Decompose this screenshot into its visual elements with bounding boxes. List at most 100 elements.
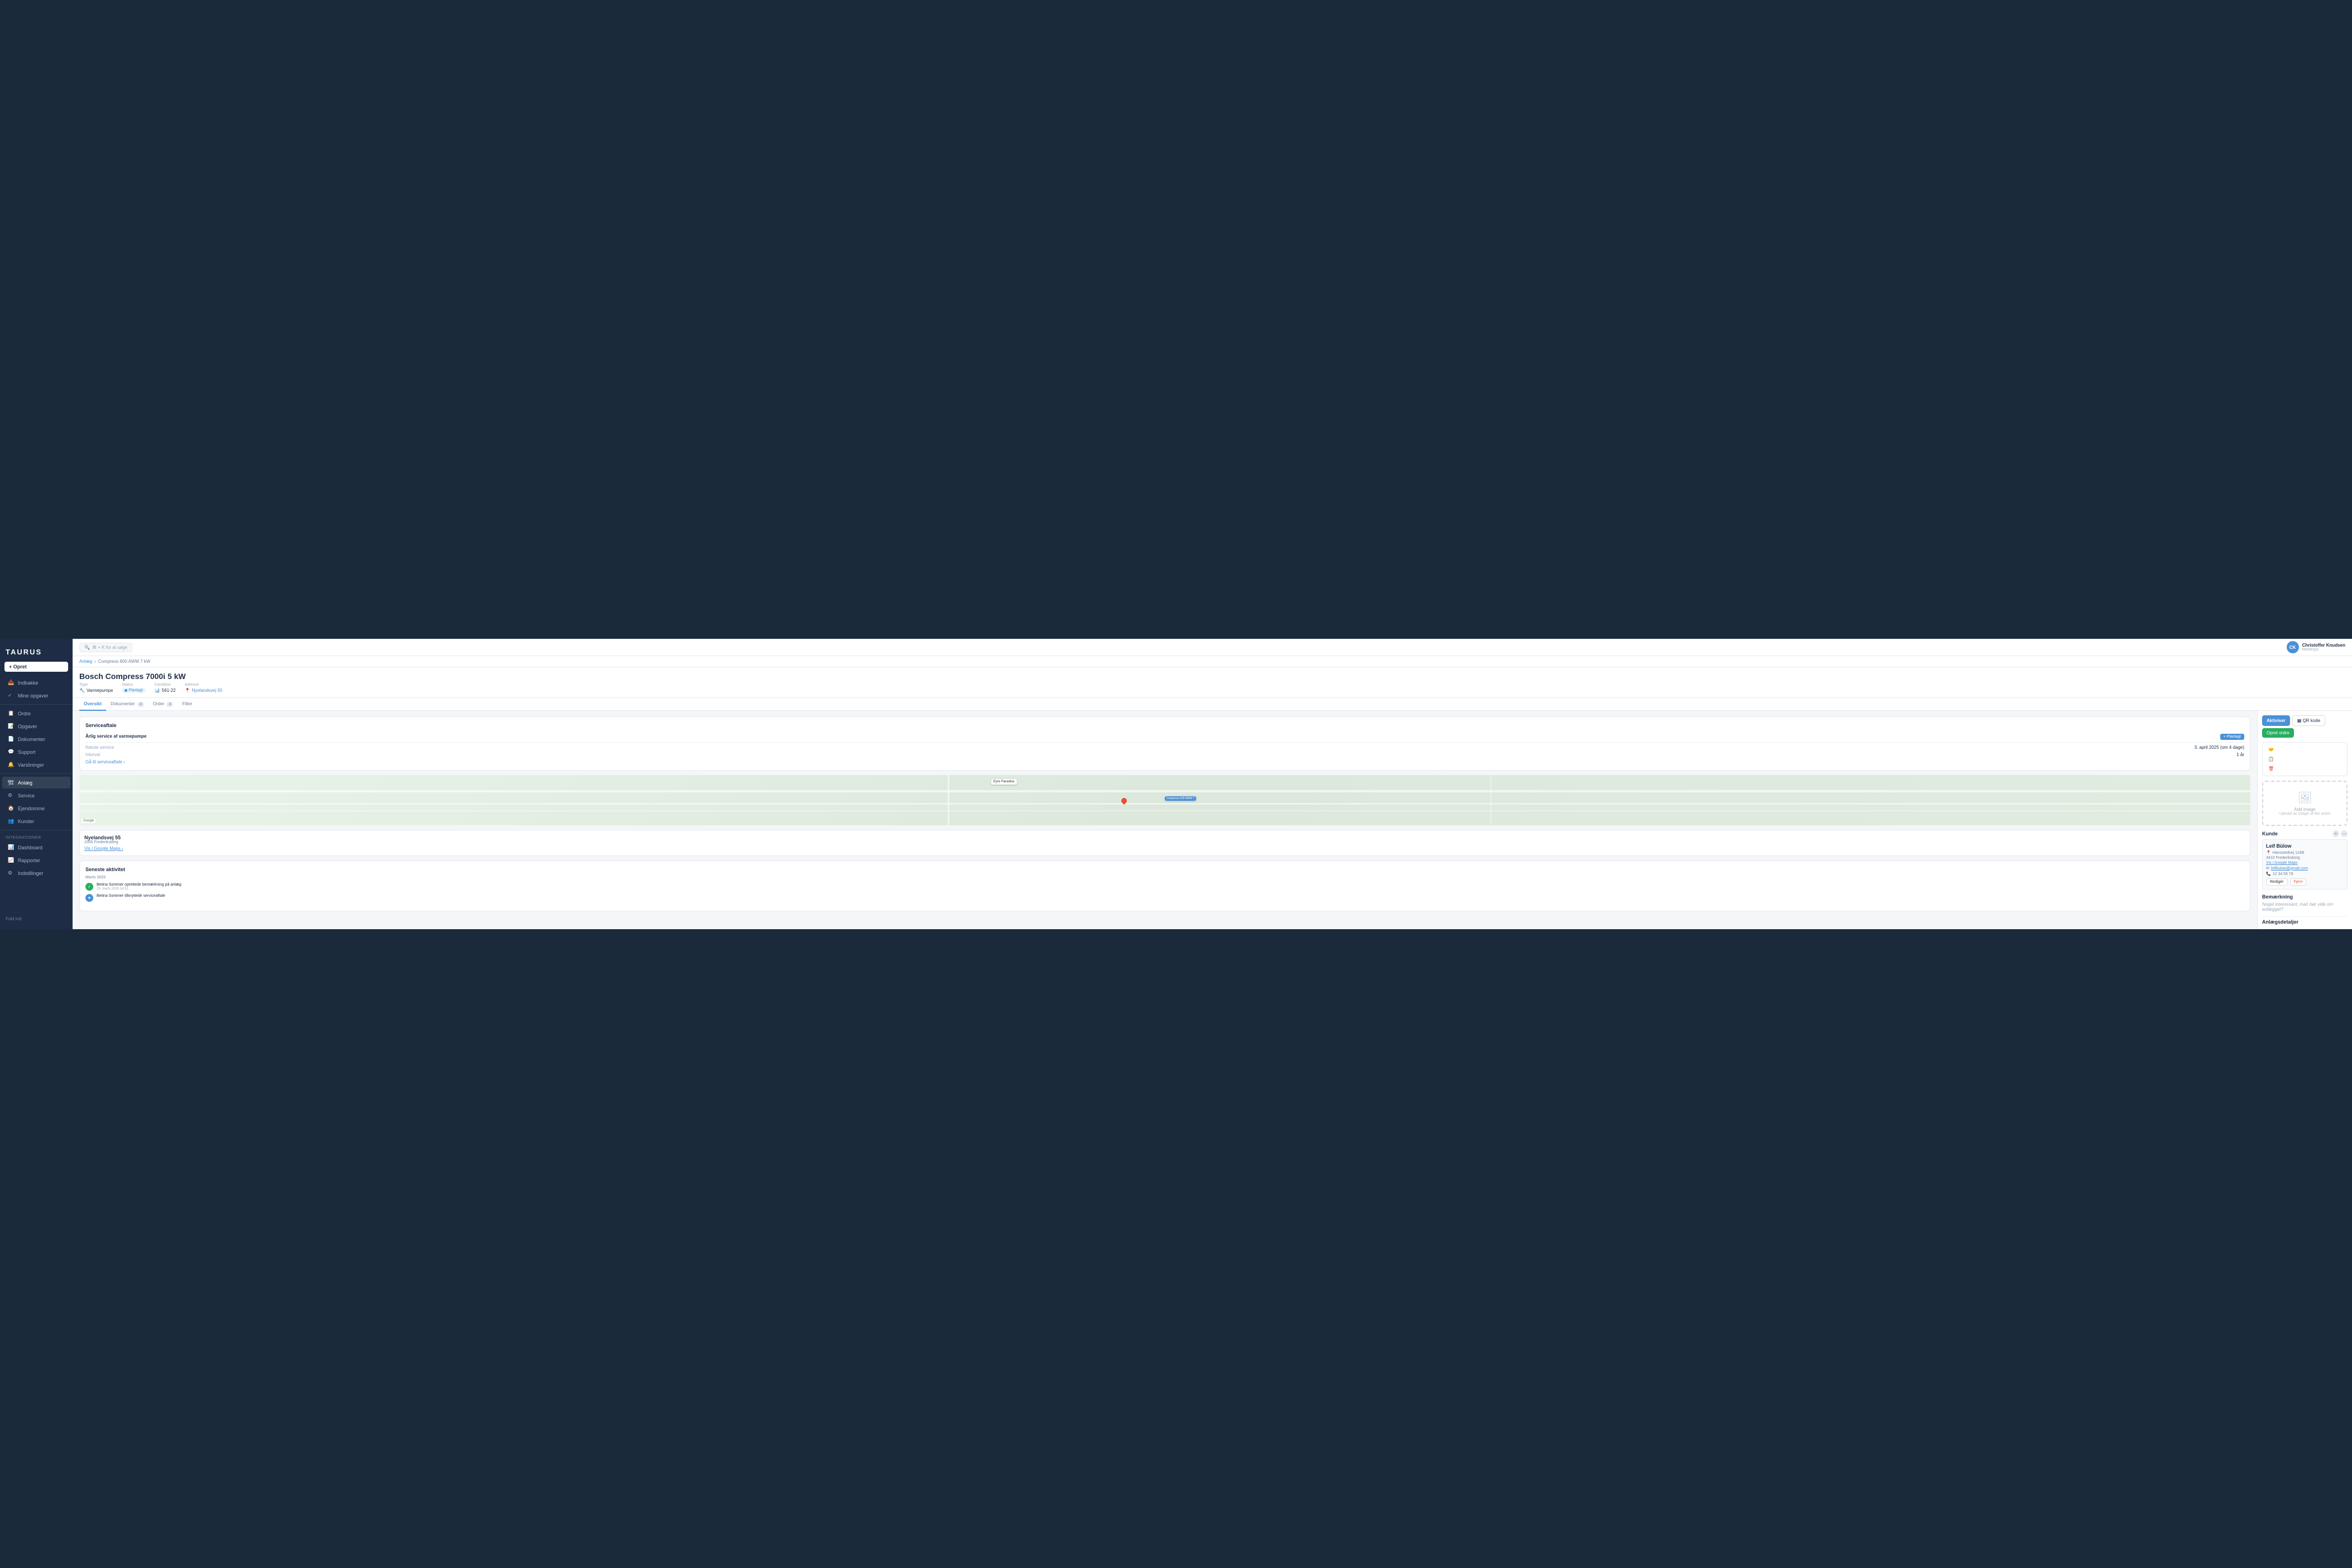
- service-header-row: Serviceaftale: [85, 723, 2244, 732]
- asset-status: Status Planlagt: [122, 683, 145, 693]
- qr-kode-button[interactable]: ▦ QR kode: [2292, 715, 2325, 726]
- tab-documents[interactable]: Dokumenter 4: [106, 698, 149, 711]
- sidebar-item-service[interactable]: ⚙ Service: [2, 790, 70, 801]
- trash-icon: 🗑: [2268, 766, 2274, 771]
- sidebar-item-ordre[interactable]: 📋 Ordre: [2, 707, 70, 719]
- sidebar-item-ejendomme[interactable]: 🏠 Ejendomme: [2, 802, 70, 814]
- status-badge: Planlagt: [122, 688, 145, 693]
- avatar: CK: [2287, 641, 2299, 653]
- email-icon: ✉: [2266, 866, 2269, 871]
- top-bar: 🔍 ⌘ + K for at søge CK Christoffer Knuds…: [73, 639, 2352, 656]
- activity-time-1: 25. marts 2025 14:31: [97, 887, 181, 891]
- settings-icon: ⚙: [8, 870, 15, 876]
- search-icon: 🔍: [84, 645, 90, 650]
- asset-address-value: 📍 Nyelandsvej 55: [185, 688, 223, 693]
- location-icon: 📍: [185, 688, 190, 693]
- customer-email[interactable]: leifbulow@gmail.com: [2271, 867, 2308, 871]
- more-customer-icon[interactable]: ⋯: [2341, 830, 2348, 837]
- main-content: 🔍 ⌘ + K for at søge CK Christoffer Knuds…: [73, 639, 2352, 929]
- sidebar-item-support[interactable]: 💬 Support: [2, 746, 70, 758]
- map-container: Eyre Paradise Compress 600 AWM 7 Google: [79, 775, 2250, 825]
- qr-icon: ▦: [2297, 718, 2303, 723]
- support-icon: 💬: [8, 749, 15, 755]
- activity-item-1: ✓ Betina Sommer oprettede bemærkning på …: [85, 883, 2244, 891]
- activity-item-2: ★ Betina Sommer tilknyttede serviceaftal…: [85, 894, 2244, 902]
- customer-label: Kunde: [2262, 831, 2278, 836]
- sidebar-item-indbakke[interactable]: 📥 Indbakke: [2, 677, 70, 689]
- tab-documents-badge: 4: [137, 702, 144, 707]
- google-logo: Google: [82, 819, 95, 823]
- sidebar-item-mine-opgaver[interactable]: ✓ Mine opgaver: [2, 690, 70, 701]
- next-service-label: Næste service: [85, 745, 114, 750]
- customer-edit-actions: Redigér Fjern: [2266, 878, 2344, 886]
- docs-icon: 📄: [8, 736, 15, 742]
- divider: [85, 742, 2244, 743]
- map-pin-label: Compress 600 AWM 7: [1165, 796, 1196, 801]
- dropdown-partner[interactable]: 🤝: [2265, 745, 2345, 754]
- interval-label: Interval: [85, 752, 100, 757]
- sidebar-item-kunder[interactable]: 👥 Kunder: [2, 815, 70, 827]
- activity-month: Marts 2025: [85, 876, 2244, 879]
- activity-icon-blue: ★: [85, 894, 93, 902]
- plan-button[interactable]: + Planlagt: [2220, 734, 2244, 740]
- fold-ud-button[interactable]: Fold ind: [0, 913, 73, 925]
- customer-address: Hansstedvej 124B: [2273, 851, 2305, 855]
- activity-icon-green: ✓: [85, 883, 93, 891]
- opgaver-icon: 📝: [8, 723, 15, 729]
- user-role: Nemesys: [2302, 648, 2345, 652]
- customer-phone-detail: 📞 12 34 56 78: [2266, 872, 2344, 876]
- map-pin: [1121, 798, 1127, 804]
- customer-maps-anchor[interactable]: Vis i Google Maps: [2266, 861, 2298, 865]
- logo: TAURUS: [0, 643, 73, 659]
- asset-address: Adresse 📍 Nyelandsvej 55: [185, 683, 223, 693]
- address-card: Nyelandsvej 55 2000 Frederiksberg Vis i …: [79, 830, 2250, 856]
- service-link[interactable]: Gå til serviceaftale ›: [85, 759, 2244, 764]
- property-icon: 🏠: [8, 805, 15, 811]
- customer-phone: 12 34 56 78: [2273, 872, 2293, 876]
- dropdown-ordre[interactable]: 📋: [2265, 754, 2345, 764]
- edit-customer-button[interactable]: Redigér: [2266, 878, 2288, 886]
- opret-ordre-button[interactable]: Opret ordre: [2262, 728, 2294, 738]
- customer-section: Kunde + ⋯ Leif Bülow 📍 Hansstedvej 124B: [2262, 830, 2348, 890]
- image-upload-sublabel: Upload an image of the asset: [2272, 812, 2337, 816]
- add-customer-icon[interactable]: +: [2332, 830, 2339, 837]
- address-city: 2000 Frederiksberg: [84, 840, 2245, 844]
- tab-orders[interactable]: Order 4: [149, 698, 178, 711]
- address-icon: 📍: [2266, 850, 2271, 855]
- right-panel: Aktiviser ▦ QR kode Opret ordre 🤝 📋: [2257, 711, 2352, 929]
- dropdown-section: 🤝 📋 🗑: [2262, 742, 2348, 776]
- bell-icon: 🔔: [8, 762, 15, 768]
- tab-overview[interactable]: Oversikt: [79, 698, 106, 711]
- sidebar-item-anlaeg[interactable]: 🏗 Anlæg: [2, 777, 70, 788]
- notes-section: Bemærkning Noget interessant, man bør vi…: [2262, 894, 2348, 912]
- breadcrumb-link-anlaeg[interactable]: Anlæg: [79, 659, 92, 664]
- address-name: Nyelandsvej 55: [84, 835, 2245, 840]
- sidebar-item-varslininger[interactable]: 🔔 Varslininger: [2, 759, 70, 771]
- breadcrumb-current: Compress 600 AWM 7 kW: [98, 659, 151, 664]
- tab-filter[interactable]: Filter: [178, 698, 197, 711]
- customer-address-detail: 📍 Hansstedvej 124B: [2266, 850, 2344, 855]
- sidebar-item-indstillinger[interactable]: ⚙ Indstillinger: [2, 867, 70, 879]
- remove-customer-button[interactable]: Fjern: [2290, 878, 2307, 886]
- create-button[interactable]: + Opret: [4, 662, 68, 672]
- action-buttons: Aktiviser ▦ QR kode Opret ordre: [2262, 715, 2348, 738]
- asset-details-label: Anlægsdetaljer: [2262, 919, 2348, 925]
- customer-name: Leif Bülow: [2266, 843, 2344, 849]
- activity-text-1: Betina Sommer oprettede bemærkning på an…: [97, 883, 181, 887]
- sidebar-item-opgaver[interactable]: 📝 Opgaver: [2, 720, 70, 732]
- sidebar-item-rapporter[interactable]: 📈 Rapporter: [2, 854, 70, 866]
- asset-type: Type 🔧 Varmepumpe: [79, 683, 113, 693]
- image-upload-area[interactable]: 🖼 Add image Upload an image of the asset: [2262, 781, 2348, 826]
- content-panel: Serviceaftale Årlig service af varmepump…: [73, 711, 2257, 929]
- anlaeg-icon: 🏗: [8, 780, 15, 786]
- sidebar-item-dashboard[interactable]: 📊 Dashboard: [2, 842, 70, 853]
- sidebar-item-dokumenter[interactable]: 📄 Dokumenter: [2, 733, 70, 745]
- dropdown-slet[interactable]: 🗑: [2265, 764, 2345, 773]
- asset-details-section: Anlægsdetaljer: [2262, 919, 2348, 925]
- google-maps-link[interactable]: Vis i Google Maps ›: [84, 846, 2245, 851]
- search-box[interactable]: 🔍 ⌘ + K for at søge: [79, 643, 132, 652]
- aktiviser-button[interactable]: Aktiviser: [2262, 715, 2290, 726]
- asset-title: Bosch Compress 7000i 5 kW: [79, 672, 2345, 681]
- asset-condition-value: 📊 561-22: [155, 688, 176, 693]
- image-upload-icon: 🖼: [2272, 791, 2337, 805]
